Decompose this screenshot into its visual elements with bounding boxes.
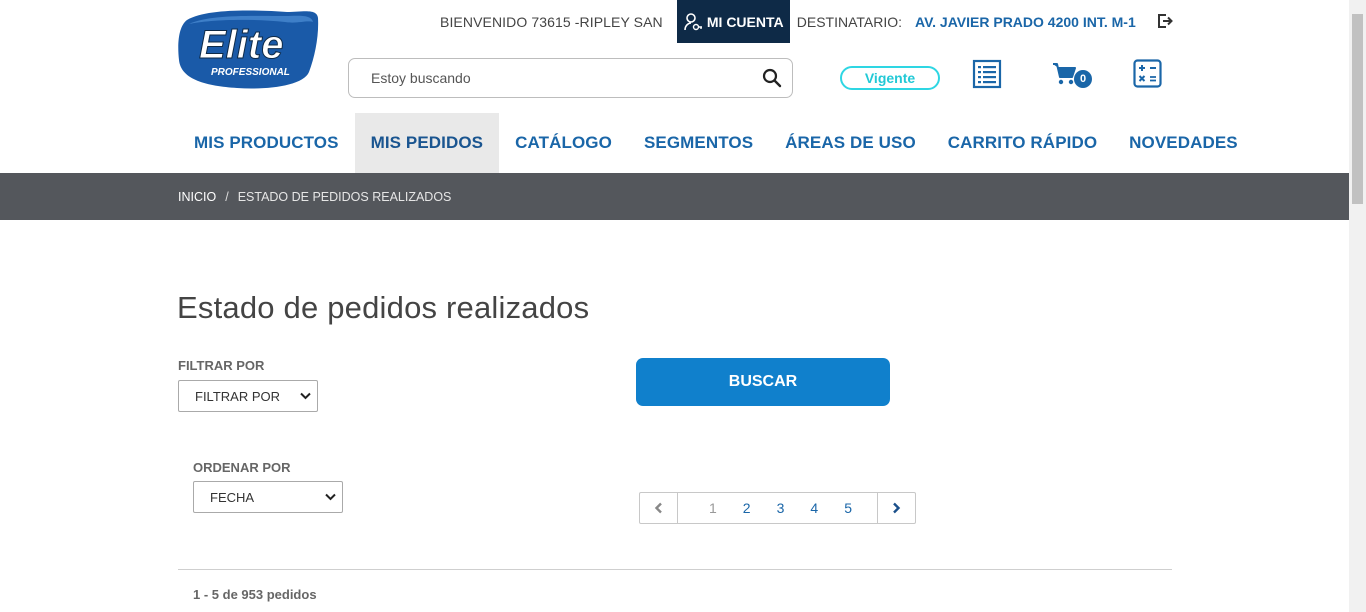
page-title: Estado de pedidos realizados <box>177 290 590 325</box>
sort-select-value: FECHA <box>210 489 255 505</box>
nav-item-carrito-rapido[interactable]: CARRITO RÁPIDO <box>932 113 1113 173</box>
pagination-page[interactable]: 4 <box>797 500 831 516</box>
scrollbar-thumb[interactable] <box>1352 14 1363 204</box>
chevron-down-icon <box>325 493 336 501</box>
cart-count-badge: 0 <box>1074 70 1092 88</box>
divider <box>178 569 1172 570</box>
pagination-prev-button[interactable] <box>640 493 678 523</box>
pagination-pages: 1 2 3 4 5 <box>678 493 877 523</box>
breadcrumb-current: ESTADO DE PEDIDOS REALIZADOS <box>237 189 452 204</box>
pagination-next-button[interactable] <box>876 493 915 523</box>
user-key-icon <box>684 12 702 30</box>
search-input[interactable] <box>371 70 762 86</box>
nav-item-novedades[interactable]: NOVEDADES <box>1113 113 1254 173</box>
recipient-label: DESTINATARIO: <box>796 13 903 30</box>
status-badge: Vigente <box>840 66 940 90</box>
pagination-page[interactable]: 5 <box>831 500 865 516</box>
breadcrumb: INICIO / ESTADO DE PEDIDOS REALIZADOS <box>0 173 1349 220</box>
results-count: 1 - 5 de 953 pedidos <box>193 587 317 602</box>
filter-label: FILTRAR POR <box>178 358 265 373</box>
breadcrumb-home-link[interactable]: INICIO <box>178 190 216 204</box>
search-icon[interactable] <box>762 68 782 88</box>
chevron-left-icon <box>654 502 662 514</box>
pagination-page[interactable]: 2 <box>730 500 764 516</box>
pagination: 1 2 3 4 5 <box>639 492 916 524</box>
svg-text:Elite: Elite <box>199 23 283 67</box>
filter-select[interactable]: FILTRAR POR <box>178 380 318 412</box>
sort-select[interactable]: FECHA <box>193 481 343 513</box>
top-bar: BIENVENIDO 73615 -RIPLEY SAN MI CUENTA D… <box>440 0 1136 43</box>
nav-item-areas-de-uso[interactable]: ÁREAS DE USO <box>769 113 932 173</box>
search-bar <box>348 58 793 98</box>
sort-label: ORDENAR POR <box>193 460 291 475</box>
my-account-button[interactable]: MI CUENTA <box>676 0 790 43</box>
nav-item-segmentos[interactable]: SEGMENTOS <box>628 113 769 173</box>
nav-item-mis-productos[interactable]: MIS PRODUCTOS <box>178 113 355 173</box>
my-account-label: MI CUENTA <box>706 13 784 30</box>
chevron-down-icon <box>300 392 311 400</box>
breadcrumb-separator: / <box>225 189 229 204</box>
recipient-address[interactable]: AV. JAVIER PRADO 4200 INT. M-1 <box>915 14 1136 30</box>
welcome-text: BIENVENIDO 73615 -RIPLEY SAN <box>440 13 663 30</box>
pagination-page[interactable]: 1 <box>696 500 730 516</box>
search-orders-button[interactable]: BUSCAR <box>636 358 890 406</box>
calculator-icon[interactable] <box>1133 59 1162 88</box>
order-list-icon[interactable] <box>972 59 1002 89</box>
main-nav: MIS PRODUCTOS MIS PEDIDOS CATÁLOGO SEGME… <box>178 113 1254 173</box>
nav-item-mis-pedidos[interactable]: MIS PEDIDOS <box>354 113 500 173</box>
pagination-page[interactable]: 3 <box>764 500 798 516</box>
elite-professional-logo[interactable]: Elite PROFESSIONAL <box>177 6 319 89</box>
page-scrollbar[interactable] <box>1349 0 1366 612</box>
chevron-right-icon <box>893 502 901 514</box>
svg-text:PROFESSIONAL: PROFESSIONAL <box>211 67 290 78</box>
logout-icon[interactable] <box>1157 12 1173 30</box>
nav-item-catalogo[interactable]: CATÁLOGO <box>499 113 628 173</box>
filter-select-value: FILTRAR POR <box>195 388 280 404</box>
